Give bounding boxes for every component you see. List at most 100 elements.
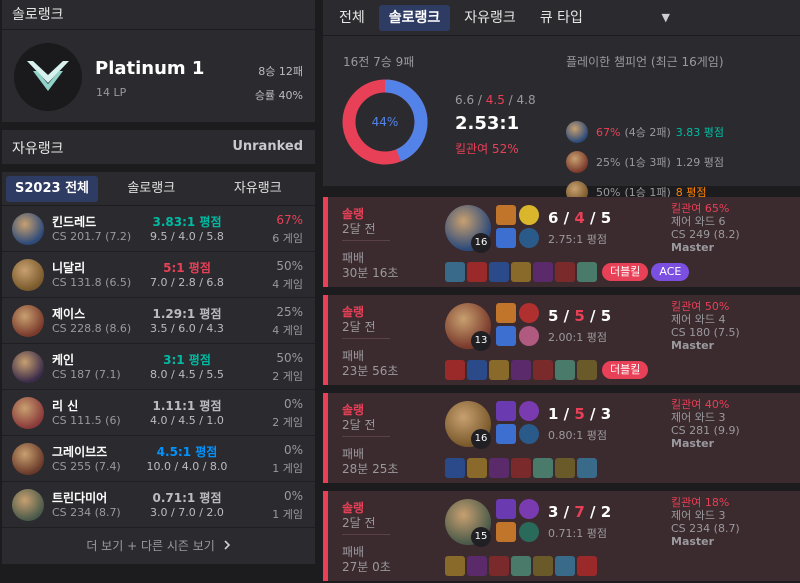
match-control-wards: 제어 와드 3 [671, 509, 726, 522]
champion-row[interactable]: 그레이브즈 CS 255 (7.4) 4.5:1 평점 10.0 / 4.0 /… [2, 436, 315, 482]
tab-queue-type[interactable]: 큐 타입 [530, 5, 593, 31]
match-kda-ratio: 0.80:1 평점 [548, 429, 607, 442]
winrate-donut: 44% [341, 78, 429, 166]
match-card[interactable]: 솔랭 2달 전 패배 27분 0초 15 3 / 7 / 2 0.71:1 평점… [323, 491, 800, 581]
champion-kda-detail: 4.0 / 4.5 / 1.0 [150, 414, 224, 427]
champion-portrait-icon [12, 397, 44, 429]
match-card[interactable]: 솔랭 2달 전 패배 28분 25초 16 1 / 5 / 3 0.80:1 평… [323, 393, 800, 483]
champion-kda: 1.11:1 평점 [152, 399, 222, 413]
match-card[interactable]: 솔랭 2달 전 패배 30분 16초 16 6 / 4 / 5 2.75:1 평… [323, 197, 800, 287]
match-kill-participation: 킬관여 50% [671, 300, 730, 313]
champion-games: 6 게임 [272, 232, 303, 245]
rune-icon [519, 303, 539, 323]
queue-tabs: 전체 솔로랭크 자유랭크 큐 타입 ▼ [323, 0, 800, 35]
champion-portrait-icon [566, 121, 588, 143]
tier-name: Platinum 1 [95, 58, 205, 79]
summoner-spell-icon [496, 499, 516, 519]
champion-winrate: 25% [276, 305, 303, 319]
champion-row[interactable]: 제이스 CS 228.8 (8.6) 1.29:1 평점 3.5 / 6.0 /… [2, 298, 315, 344]
item-build: 더블킬 ACE [445, 262, 690, 282]
champion-games: 1 게임 [272, 462, 303, 475]
champion-level: 13 [471, 331, 491, 351]
played-champions-title: 플레이한 챔피언 (최근 16게임) [566, 55, 724, 69]
champion-name: 리 신 [52, 399, 79, 413]
item-build [445, 556, 599, 576]
match-cs: CS 180 (7.5) [671, 326, 740, 339]
item-icon [489, 556, 509, 576]
tab-all[interactable]: 전체 [329, 5, 375, 31]
match-kill-participation: 킬관여 18% [671, 496, 730, 509]
champion-level: 16 [471, 233, 491, 253]
more-button[interactable]: 더 보기 + 다른 시즌 보기 [2, 528, 315, 564]
champion-portrait-icon [12, 351, 44, 383]
champion-winrate: 0% [283, 397, 303, 411]
item-icon [533, 556, 553, 576]
match-stats: 킬관여 18% 제어 와드 3 CS 234 (8.7) Master [671, 496, 740, 548]
champion-kda-detail: 7.0 / 2.8 / 6.8 [150, 276, 224, 289]
tab-season-all[interactable]: S2023 전체 [6, 175, 98, 202]
champion-row[interactable]: 니달리 CS 131.8 (6.5) 5:1 평점 7.0 / 2.8 / 6.… [2, 252, 315, 298]
kill-participation: 킬관여 52% [455, 142, 519, 156]
tab-flex-rank[interactable]: 자유랭크 [454, 5, 526, 31]
champion-row[interactable]: 킨드레드 CS 201.7 (7.2) 3.83:1 평점 9.5 / 4.0 … [2, 206, 315, 252]
match-average-tier: Master [671, 339, 715, 352]
item-icon [555, 458, 575, 478]
played-record: (1승 3패) [624, 156, 671, 169]
champion-kda-detail: 8.0 / 4.5 / 5.5 [150, 368, 224, 381]
match-control-wards: 제어 와드 3 [671, 411, 726, 424]
champion-cs: CS 234 (8.7) [52, 506, 121, 519]
champion-winrate: 67% [276, 213, 303, 227]
item-icon [445, 458, 465, 478]
champion-winrate: 0% [283, 489, 303, 503]
match-kda: 1 / 5 / 3 [548, 405, 612, 423]
rune-icon [519, 205, 539, 225]
champion-games: 4 게임 [272, 278, 303, 291]
item-icon [533, 262, 553, 282]
match-duration: 28분 25초 [342, 462, 399, 476]
champion-cs: CS 228.8 (8.6) [52, 322, 132, 335]
match-average-tier: Master [671, 437, 715, 450]
summoner-spell-icon [496, 303, 516, 323]
champion-row[interactable]: 리 신 CS 111.5 (6) 1.11:1 평점 4.0 / 4.5 / 1… [2, 390, 315, 436]
tab-season-flex[interactable]: 자유랭크 [205, 176, 312, 202]
champion-portrait-icon [12, 305, 44, 337]
played-winrate: 67% [596, 125, 621, 139]
summary-record: 16전 7승 9패 [343, 55, 415, 69]
champion-portrait-icon [12, 489, 44, 521]
item-icon [489, 458, 509, 478]
item-icon [577, 262, 597, 282]
summoner-spell-icon [496, 228, 516, 248]
rune-icon [519, 424, 539, 444]
multikill-badge: 더블킬 [602, 361, 649, 379]
multikill-badge: 더블킬 [602, 263, 649, 281]
champion-level: 16 [471, 429, 491, 449]
played-record: (4승 2패) [624, 126, 671, 139]
platinum-emblem-icon [14, 43, 82, 111]
champion-kda-detail: 3.0 / 7.0 / 2.0 [150, 506, 224, 519]
match-kda: 6 / 4 / 5 [548, 209, 612, 227]
match-kda-ratio: 0.71:1 평점 [548, 527, 607, 540]
right-column: 전체 솔로랭크 자유랭크 큐 타입 ▼ 16전 7승 9패 44% 6.6 / … [323, 0, 800, 581]
champion-row[interactable]: 케인 CS 187 (7.1) 3:1 평점 8.0 / 4.5 / 5.5 5… [2, 344, 315, 390]
tab-solo-rank[interactable]: 솔로랭크 [378, 4, 451, 31]
average-kda: 6.6 / 4.5 / 4.8 [455, 93, 536, 107]
champion-cs: CS 111.5 (6) [52, 414, 121, 427]
played-kda: 1.29 평점 [675, 156, 725, 169]
match-cs: CS 234 (8.7) [671, 522, 740, 535]
rune-icon [519, 522, 539, 542]
item-icon [555, 262, 575, 282]
match-kill-participation: 킬관여 40% [671, 398, 730, 411]
flex-rank-card: 자유랭크 Unranked [2, 130, 315, 164]
item-icon [577, 458, 597, 478]
match-time-ago: 2달 전 [342, 320, 376, 334]
summoner-spell-icon [496, 522, 516, 542]
more-label: 더 보기 + 다른 시즌 보기 [86, 539, 215, 553]
caret-down-icon[interactable]: ▼ [662, 11, 670, 24]
divider [342, 240, 390, 241]
champion-cs: CS 187 (7.1) [52, 368, 121, 381]
champion-games: 1 게임 [272, 508, 303, 521]
match-card[interactable]: 솔랭 2달 전 패배 23분 56초 13 5 / 5 / 5 2.00:1 평… [323, 295, 800, 385]
champion-row[interactable]: 트린다미어 CS 234 (8.7) 0.71:1 평점 3.0 / 7.0 /… [2, 482, 315, 528]
champion-list: 킨드레드 CS 201.7 (7.2) 3.83:1 평점 9.5 / 4.0 … [2, 206, 315, 528]
tab-season-solo[interactable]: 솔로랭크 [98, 176, 205, 202]
